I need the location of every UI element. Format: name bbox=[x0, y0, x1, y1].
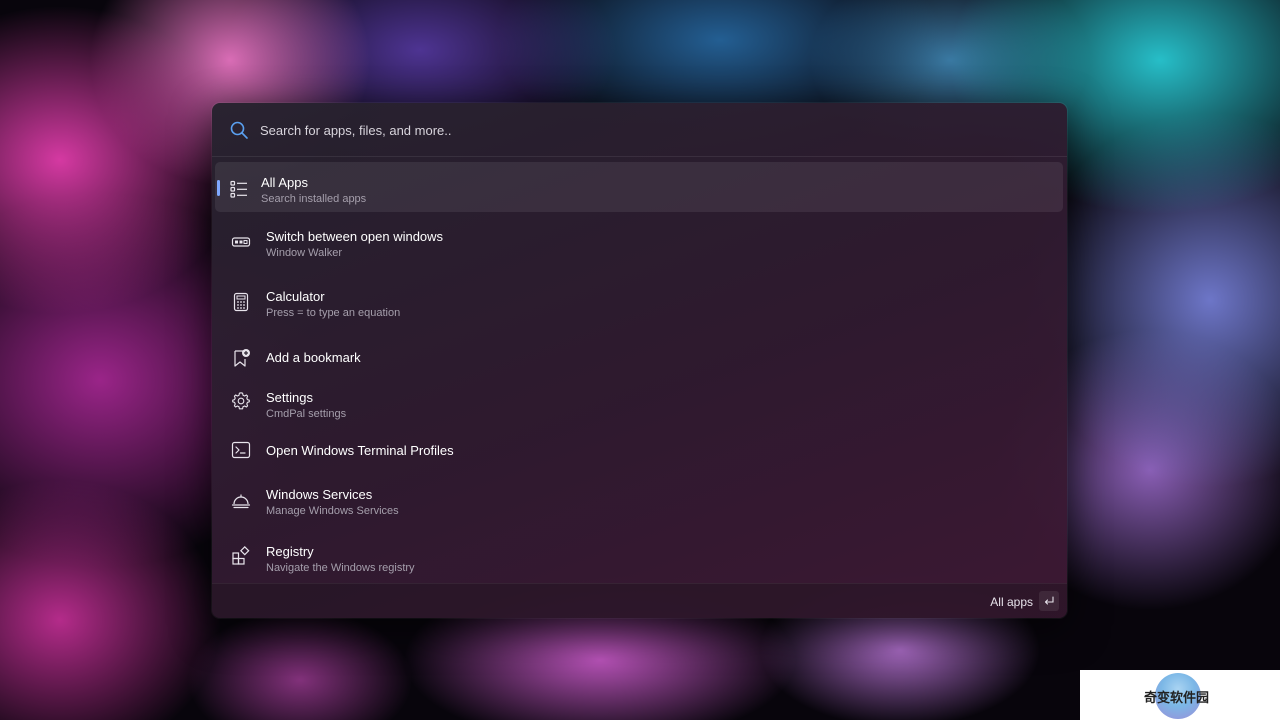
list-item-settings[interactable]: Settings CmdPal settings bbox=[215, 375, 1063, 427]
terminal-icon bbox=[231, 441, 251, 459]
list-item-all-apps[interactable]: All Apps Search installed apps bbox=[215, 162, 1063, 212]
item-title: Registry bbox=[266, 544, 314, 559]
item-title: Add a bookmark bbox=[266, 350, 361, 365]
item-title: Windows Services bbox=[266, 487, 373, 502]
search-input[interactable] bbox=[258, 117, 1042, 143]
item-subtitle: CmdPal settings bbox=[266, 408, 347, 420]
list-item-windows-services[interactable]: Windows Services Manage Windows Services bbox=[215, 473, 1063, 527]
bookmark-add-icon bbox=[234, 349, 250, 367]
search-icon bbox=[230, 121, 248, 139]
footer-action-label[interactable]: All apps bbox=[990, 595, 1033, 609]
list-icon bbox=[230, 180, 247, 198]
watermark: 奇变软件园 bbox=[1080, 670, 1280, 720]
item-subtitle: Search installed apps bbox=[261, 193, 367, 205]
item-title: Settings bbox=[266, 390, 313, 405]
search-bar bbox=[212, 103, 1067, 157]
item-title: All Apps bbox=[261, 175, 308, 190]
watermark-text: 奇变软件园 bbox=[1144, 691, 1210, 706]
item-subtitle: Window Walker bbox=[266, 247, 342, 259]
item-subtitle: Navigate the Windows registry bbox=[266, 562, 415, 574]
item-title: Calculator bbox=[266, 289, 325, 304]
palette-footer: All apps bbox=[212, 583, 1067, 618]
selection-indicator bbox=[217, 180, 220, 196]
list-item-terminal-profiles[interactable]: Open Windows Terminal Profiles bbox=[215, 431, 1063, 471]
gear-icon bbox=[232, 392, 250, 410]
list-item-calculator[interactable]: Calculator Press = to type an equation bbox=[215, 275, 1063, 329]
list-item-registry[interactable]: Registry Navigate the Windows registry bbox=[215, 531, 1063, 583]
registry-icon bbox=[232, 546, 250, 565]
command-palette: All Apps Search installed apps Switch be… bbox=[212, 103, 1067, 618]
list-item-window-walker[interactable]: Switch between open windows Window Walke… bbox=[215, 217, 1063, 269]
enter-key-icon bbox=[1044, 596, 1054, 605]
item-title: Open Windows Terminal Profiles bbox=[266, 443, 454, 458]
item-title: Switch between open windows bbox=[266, 229, 444, 244]
services-icon bbox=[231, 494, 251, 509]
item-subtitle: Manage Windows Services bbox=[266, 505, 399, 517]
window-switch-icon bbox=[231, 237, 251, 247]
calculator-icon bbox=[233, 292, 249, 312]
enter-key-button[interactable] bbox=[1039, 591, 1059, 611]
item-subtitle: Press = to type an equation bbox=[266, 307, 401, 319]
